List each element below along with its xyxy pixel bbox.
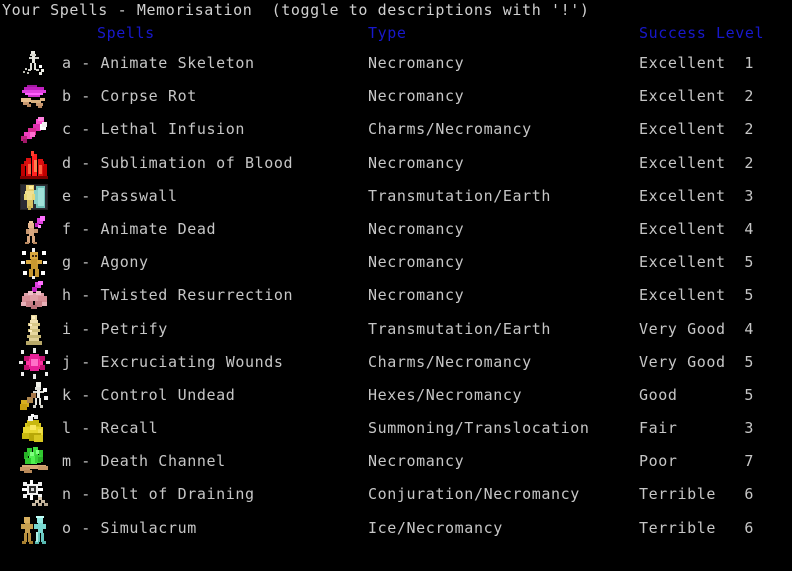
spell-name-label[interactable]: k - Control Undead: [62, 387, 235, 403]
spell-success-label: Excellent: [639, 153, 726, 172]
spell-row[interactable]: e - Passwall Transmutation/Earth Excellent…: [0, 180, 792, 213]
lethal-infusion-icon: [18, 114, 50, 146]
spell-success-label: Excellent: [639, 219, 726, 238]
spell-name-label[interactable]: e - Passwall: [62, 188, 178, 204]
spell-success-label: Very Good: [639, 319, 726, 338]
control-undead-icon: [18, 380, 50, 412]
spell-success-label: Poor: [639, 452, 678, 471]
passwall-icon: [18, 181, 50, 213]
spell-success-label: Good: [639, 385, 678, 404]
spell-type-label: Necromancy: [368, 219, 465, 238]
spell-type-label: Necromancy: [368, 286, 465, 305]
spell-level-label: 5: [744, 253, 754, 272]
excruciating-wounds-icon: [18, 347, 50, 379]
spell-success-label: Excellent: [639, 253, 726, 272]
spell-name-label[interactable]: o - Simulacrum: [62, 520, 197, 536]
spell-level-label: 5: [744, 385, 754, 404]
spell-name-label[interactable]: a - Animate Skeleton: [62, 56, 255, 71]
spell-type-label: Charms/Necromancy: [368, 120, 532, 139]
column-header-level: Level: [716, 24, 765, 42]
spell-name-label[interactable]: n - Bolt of Draining: [62, 487, 255, 502]
spell-success-label: Excellent: [639, 87, 726, 106]
spell-row[interactable]: h - Twisted Resurrection Necromancy Excell…: [0, 279, 792, 312]
column-header-row: Spells Type Success Level: [0, 26, 792, 46]
corpse-rot-icon: [18, 81, 50, 113]
spell-row[interactable]: a - Animate Skeleton Necromancy Excellent 1: [0, 47, 792, 80]
bolt-of-draining-icon: [18, 479, 50, 511]
spell-name-label[interactable]: m - Death Channel: [62, 454, 226, 469]
spell-type-label: Necromancy: [368, 87, 465, 106]
spell-list: a - Animate Skeleton Necromancy Excellent 1…: [0, 47, 792, 545]
spell-type-label: Necromancy: [368, 452, 465, 471]
spell-type-label: Necromancy: [368, 54, 465, 72]
spell-level-label: 2: [744, 87, 754, 106]
spell-type-label: Necromancy: [368, 153, 465, 172]
spell-level-label: 6: [744, 485, 754, 504]
spell-name-label[interactable]: b - Corpse Rot: [62, 89, 197, 104]
spell-success-label: Terrible: [639, 485, 717, 504]
spell-row[interactable]: d - Sublimation of Blood Necromancy Excell…: [0, 147, 792, 180]
spell-row[interactable]: i - Petrify Transmutation/Earth Very Good 4: [0, 313, 792, 346]
spell-name-label[interactable]: j - Excruciating Wounds: [62, 354, 284, 370]
spell-success-label: Terrible: [639, 518, 717, 537]
spell-success-label: Excellent: [639, 120, 726, 139]
spell-level-label: 3: [744, 186, 754, 205]
spell-type-label: Transmutation/Earth: [368, 319, 551, 338]
spell-row[interactable]: c - Lethal Infusion Charms/Necromancy Exce…: [0, 113, 792, 146]
spell-row[interactable]: f - Animate Dead Necromancy Excellent 4: [0, 213, 792, 246]
spell-level-label: 5: [744, 286, 754, 305]
spell-type-label: Transmutation/Earth: [368, 186, 551, 205]
spell-row[interactable]: k - Control Undead Hexes/Necromancy Good 5: [0, 379, 792, 412]
animate-dead-icon: [18, 214, 50, 246]
spell-name-label[interactable]: i - Petrify: [62, 321, 168, 337]
animate-skeleton-icon: [18, 48, 50, 80]
spell-name-label[interactable]: f - Animate Dead: [62, 221, 216, 237]
spell-level-label: 5: [744, 352, 754, 371]
spell-type-label: Ice/Necromancy: [368, 518, 503, 537]
spell-level-label: 3: [744, 419, 754, 438]
twisted-resurrection-icon: [18, 280, 50, 312]
spell-success-label: Excellent: [639, 286, 726, 305]
spell-row[interactable]: j - Excruciating Wounds Charms/Necromancy…: [0, 346, 792, 379]
column-header-type: Type: [368, 24, 407, 42]
spell-level-label: 1: [744, 54, 754, 72]
agony-icon: [18, 247, 50, 280]
column-header-success: Success: [639, 24, 707, 42]
page-title: Your Spells - Memorisation (toggle to de…: [2, 1, 590, 19]
spell-name-label[interactable]: d - Sublimation of Blood: [62, 155, 293, 171]
spell-name-label[interactable]: h - Twisted Resurrection: [62, 288, 293, 303]
spell-level-label: 4: [744, 219, 754, 238]
petrify-icon: [18, 314, 50, 346]
spell-level-label: 2: [744, 153, 754, 172]
spell-type-label: Hexes/Necromancy: [368, 385, 523, 404]
spell-name-label[interactable]: c - Lethal Infusion: [62, 122, 245, 137]
spell-row[interactable]: g - Agony Necromancy Excellent 5: [0, 246, 792, 280]
death-channel-icon: [18, 446, 50, 478]
recall-icon: [18, 413, 50, 445]
spell-level-label: 4: [744, 319, 754, 338]
spell-name-label[interactable]: l - Recall: [62, 421, 158, 436]
spell-success-label: Fair: [639, 419, 678, 438]
column-header-spells: Spells: [97, 24, 155, 42]
spell-success-label: Excellent: [639, 54, 726, 72]
spell-name-label[interactable]: g - Agony: [62, 255, 149, 270]
spell-success-label: Excellent: [639, 186, 726, 205]
spell-type-label: Charms/Necromancy: [368, 352, 532, 371]
spell-type-label: Summoning/Translocation: [368, 419, 590, 438]
spell-list-screen: Your Spells - Memorisation (toggle to de…: [0, 0, 792, 571]
spell-type-label: Conjuration/Necromancy: [368, 485, 580, 504]
spell-row[interactable]: m - Death Channel Necromancy Poor 7: [0, 445, 792, 478]
sublimation-of-blood-icon: [18, 148, 50, 180]
spell-level-label: 6: [744, 518, 754, 537]
spell-row[interactable]: n - Bolt of Draining Conjuration/Necroman…: [0, 478, 792, 511]
spell-success-label: Very Good: [639, 352, 726, 371]
spell-row[interactable]: b - Corpse Rot Necromancy Excellent 2: [0, 80, 792, 113]
spell-level-label: 7: [744, 452, 754, 471]
spell-type-label: Necromancy: [368, 253, 465, 272]
spell-level-label: 2: [744, 120, 754, 139]
spell-row[interactable]: l - Recall Summoning/Translocation Fair 3: [0, 412, 792, 445]
simulacrum-icon: [18, 513, 50, 545]
spell-row[interactable]: o - Simulacrum Ice/Necromancy Terrible 6: [0, 512, 792, 545]
